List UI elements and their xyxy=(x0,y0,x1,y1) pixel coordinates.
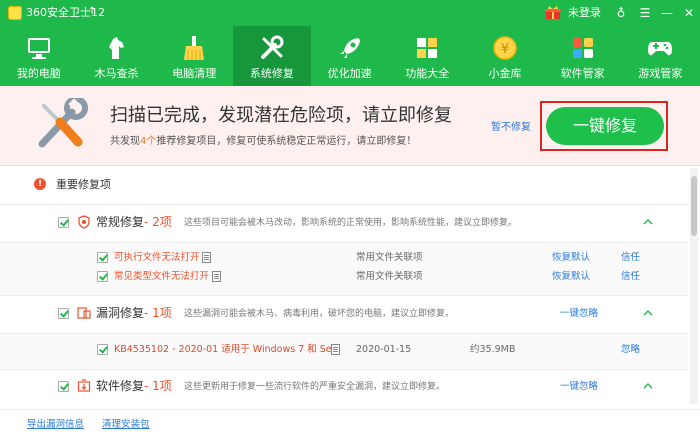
details-icon[interactable] xyxy=(212,271,221,282)
nav-label: 游戏管家 xyxy=(638,67,683,80)
export-vuln-info-link[interactable]: 导出漏洞信息 xyxy=(27,419,84,431)
header-bar: 360安全卫士12 ↑ 未登录 ♁ ☰ — ✕ 我的电脑 木马查杀 电脑清理 系… xyxy=(0,0,700,86)
category-description: 这些更新用于修复一些流行软件的严重安全漏洞，建议立即修复。 xyxy=(184,382,446,392)
tools-icon xyxy=(260,35,284,59)
banner-title: 扫描已完成，发现潜在危险项，请立即修复 xyxy=(110,105,452,126)
nav-item-game-manager[interactable]: 游戏管家 xyxy=(622,26,700,86)
category-name: 漏洞修复 xyxy=(96,306,145,320)
nav-label: 我的电脑 xyxy=(16,67,61,80)
item-checkbox[interactable] xyxy=(97,271,108,282)
monitor-icon xyxy=(27,38,50,59)
banner-subtitle: 共发现4个推荐修复项目，修复可使系统稳定正常运行，请立即修复！ xyxy=(110,135,416,149)
apps-icon xyxy=(572,38,593,58)
nav-label: 系统修复 xyxy=(249,67,294,80)
nav-label: 小金库 xyxy=(488,67,522,80)
login-status[interactable]: 未登录 xyxy=(568,6,601,20)
category-description: 这些项目可能会被木马改动，影响系统的正常使用，影响系统性能，建议立即修复。 xyxy=(184,218,518,228)
skin-icon[interactable]: ♁ xyxy=(612,4,630,22)
wrench-screwdriver-icon xyxy=(38,98,88,148)
item-name: KB4535102 - 2020-01 适用于 Windows 7 和 Se..… xyxy=(114,344,341,355)
details-icon[interactable] xyxy=(202,252,211,263)
chevron-up-icon[interactable] xyxy=(643,217,653,227)
category-checkbox[interactable] xyxy=(58,217,69,228)
nav-label: 木马查杀 xyxy=(94,67,139,80)
subtitle-prefix: 共发现 xyxy=(110,136,140,147)
chevron-up-icon[interactable] xyxy=(643,381,653,391)
item-type: 常用文件关联项 xyxy=(356,271,423,282)
gamepad-icon xyxy=(648,42,673,56)
details-icon[interactable] xyxy=(331,344,340,355)
nav-item-optimize[interactable]: 优化加速 xyxy=(311,26,389,86)
rocket-icon xyxy=(339,38,360,58)
restore-default-link[interactable]: 恢复默认 xyxy=(552,271,590,283)
section-title: 重要修复项 xyxy=(56,178,111,191)
trust-link[interactable]: 信任 xyxy=(621,271,640,283)
upgrade-arrow-icon[interactable]: ↑ xyxy=(88,6,96,17)
gift-icon[interactable] xyxy=(545,6,561,20)
chevron-up-icon[interactable] xyxy=(643,308,653,318)
nav-label: 软件管家 xyxy=(560,67,605,80)
category-count: - 1项 xyxy=(144,379,172,393)
warning-icon: ! xyxy=(34,178,46,190)
patch-icon xyxy=(77,307,91,319)
category-description: 这些漏洞可能会被木马、病毒利用，破坏您的电脑，建议立即修复。 xyxy=(184,309,455,319)
item-checkbox[interactable] xyxy=(97,344,108,355)
skip-repair-link[interactable]: 暂不修复 xyxy=(491,121,531,135)
svg-text:¥: ¥ xyxy=(501,42,509,57)
nav-item-vault[interactable]: ¥ 小金库 xyxy=(466,26,544,86)
software-box-icon xyxy=(77,379,91,392)
horse-icon xyxy=(108,37,124,59)
nav-label: 电脑清理 xyxy=(172,67,217,80)
subtitle-suffix: 推荐修复项目，修复可使系统稳定正常运行，请立即修复！ xyxy=(156,136,417,147)
category-name: 常规修复 xyxy=(96,215,145,229)
shield-icon xyxy=(78,215,90,229)
item-date: 2020-01-15 xyxy=(356,344,412,355)
item-name: 可执行文件无法打开 xyxy=(114,252,200,263)
ignore-link[interactable]: 忽略 xyxy=(621,344,640,356)
minimize-icon[interactable]: — xyxy=(658,4,676,22)
category-count: - 2项 xyxy=(144,215,172,229)
restore-default-link[interactable]: 恢复默认 xyxy=(552,252,590,264)
broom-icon xyxy=(184,36,205,60)
title-bar: 360安全卫士12 ↑ 未登录 ♁ ☰ — ✕ xyxy=(0,0,700,26)
one-click-fix-button[interactable]: 一键修复 xyxy=(546,107,664,145)
grid-icon xyxy=(417,38,438,58)
nav-item-software-manager[interactable]: 软件管家 xyxy=(544,26,622,86)
category-checkbox[interactable] xyxy=(58,308,69,319)
item-name: 常见类型文件无法打开 xyxy=(114,271,210,282)
category-items-regular xyxy=(0,242,688,295)
category-count: - 1项 xyxy=(144,306,172,320)
coin-icon: ¥ xyxy=(493,36,517,60)
app-logo-icon xyxy=(8,6,22,20)
category-name: 软件修复 xyxy=(96,379,145,393)
nav-item-system-repair[interactable]: 系统修复 xyxy=(233,26,311,86)
trust-link[interactable]: 信任 xyxy=(621,252,640,264)
category-checkbox[interactable] xyxy=(58,381,69,392)
ignore-all-link[interactable]: 一键忽略 xyxy=(560,308,598,320)
menu-icon[interactable]: ☰ xyxy=(636,4,654,22)
nav-item-trojan-scan[interactable]: 木马查杀 xyxy=(78,26,156,86)
close-icon[interactable]: ✕ xyxy=(680,4,698,22)
nav-item-cleanup[interactable]: 电脑清理 xyxy=(155,26,233,86)
nav-item-my-computer[interactable]: 我的电脑 xyxy=(0,26,78,86)
ignore-all-link[interactable]: 一键忽略 xyxy=(560,381,598,393)
issue-count: 4个 xyxy=(140,136,157,147)
item-type: 常用文件关联项 xyxy=(356,252,423,263)
main-nav: 我的电脑 木马查杀 电脑清理 系统修复 优化加速 功能大全 ¥ 小金库 软件管家… xyxy=(0,26,700,86)
scrollbar-thumb[interactable] xyxy=(691,176,697,236)
nav-item-features[interactable]: 功能大全 xyxy=(388,26,466,86)
nav-label: 功能大全 xyxy=(405,67,450,80)
item-size: 约35.9MB xyxy=(470,344,516,355)
nav-label: 优化加速 xyxy=(327,67,372,80)
clean-installers-link[interactable]: 清理安装包 xyxy=(102,419,150,431)
item-checkbox[interactable] xyxy=(97,252,108,263)
